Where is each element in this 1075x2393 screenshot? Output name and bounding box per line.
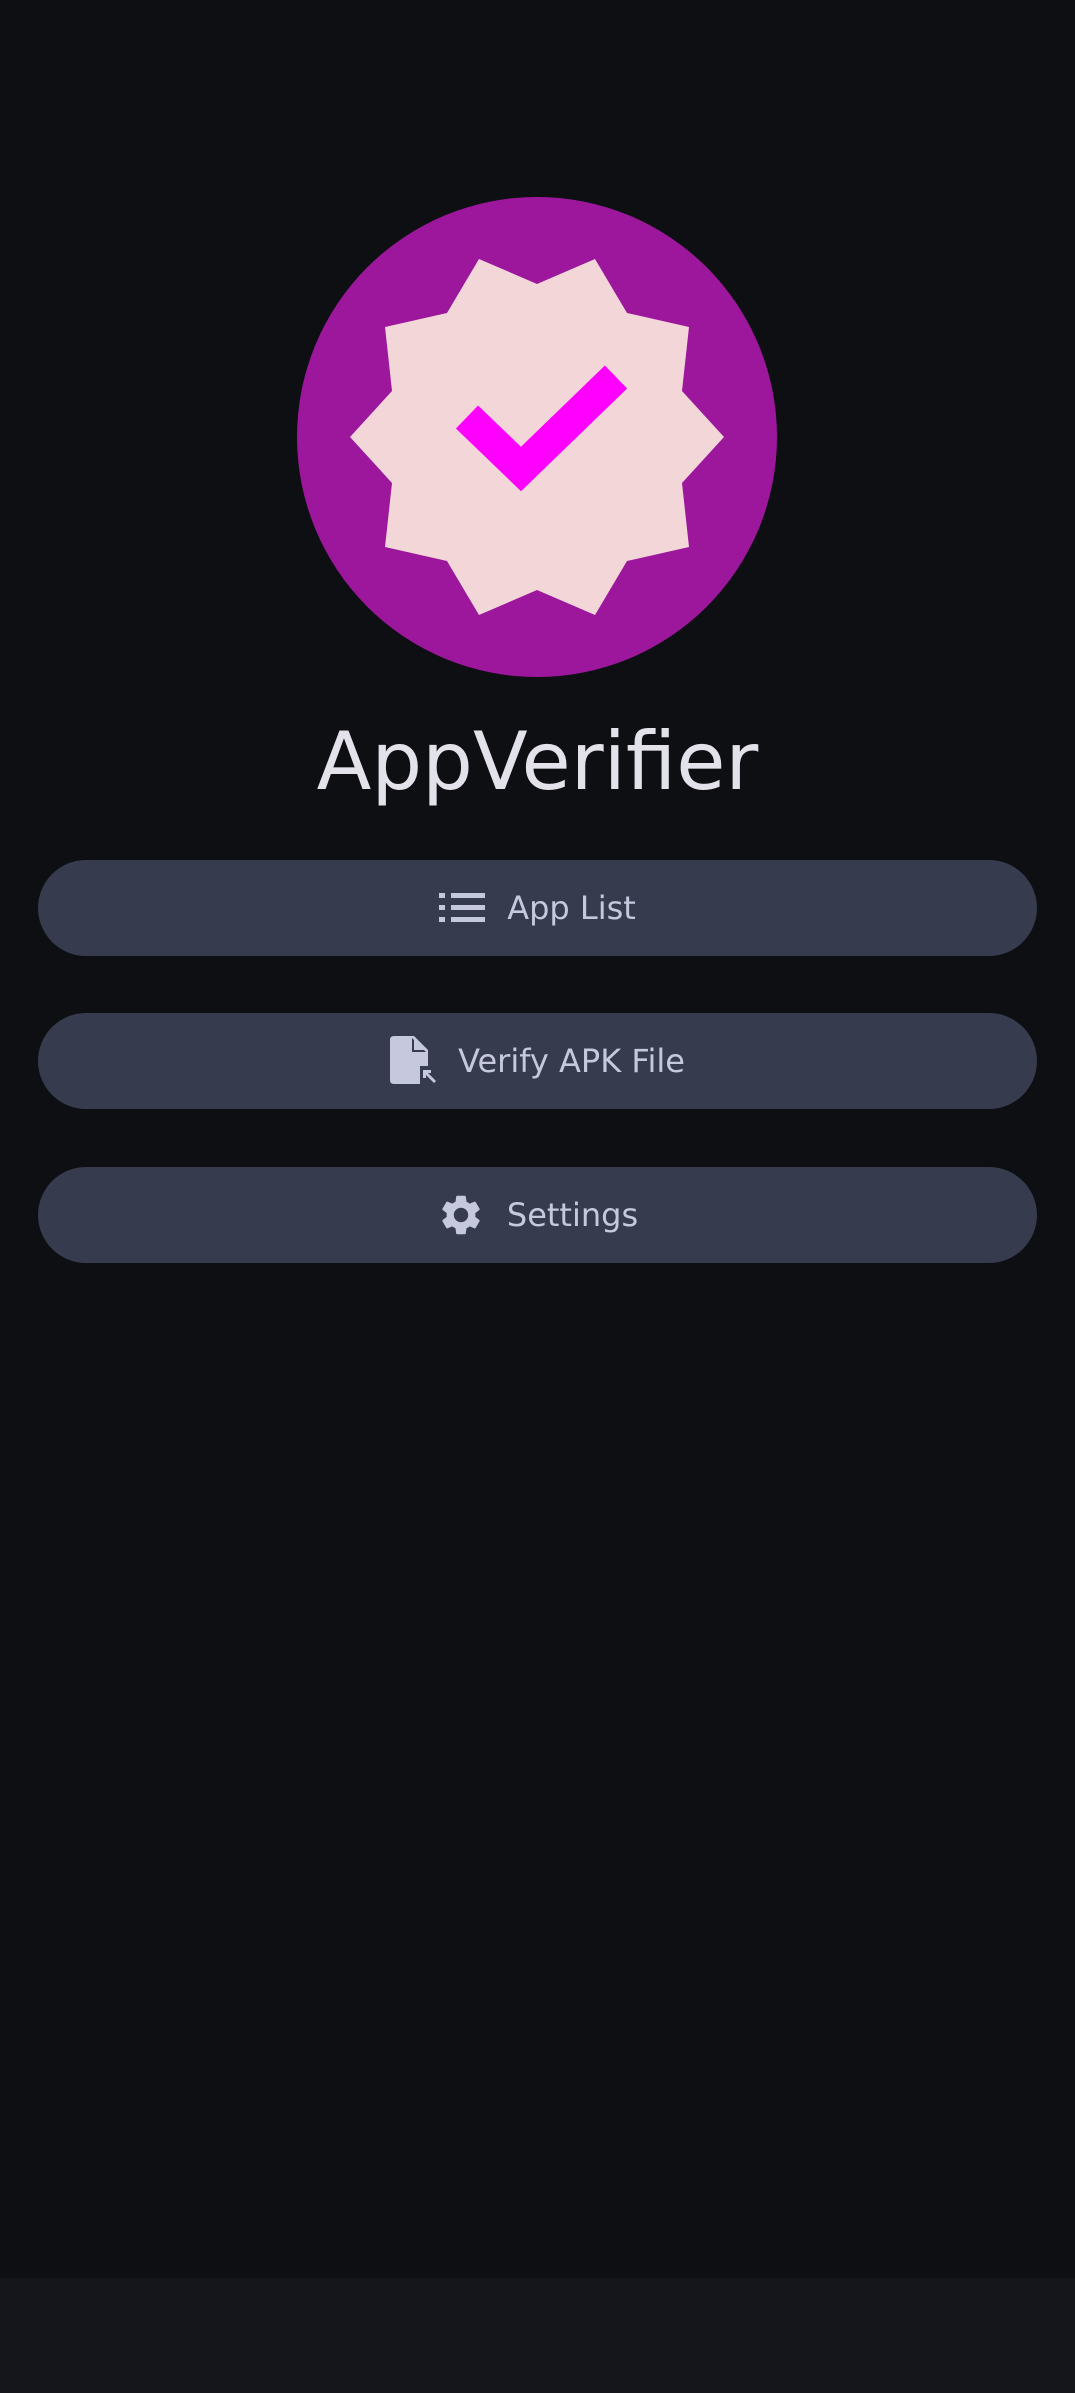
home-screen: AppVerifier App List Verify APK File Set…: [0, 0, 1075, 2393]
app-list-button[interactable]: App List: [38, 860, 1037, 956]
settings-label: Settings: [506, 1196, 639, 1234]
verify-apk-file-button[interactable]: Verify APK File: [38, 1013, 1037, 1109]
gear-icon: [437, 1191, 485, 1239]
settings-button[interactable]: Settings: [38, 1167, 1037, 1263]
app-logo: [297, 197, 777, 677]
system-navigation-bar: [0, 2278, 1075, 2393]
verify-apk-file-label: Verify APK File: [458, 1042, 685, 1080]
app-list-label: App List: [507, 889, 636, 927]
verified-badge-icon: [297, 197, 777, 677]
list-icon: [439, 893, 486, 923]
file-open-icon: [390, 1036, 437, 1086]
app-title: AppVerifier: [316, 715, 759, 808]
